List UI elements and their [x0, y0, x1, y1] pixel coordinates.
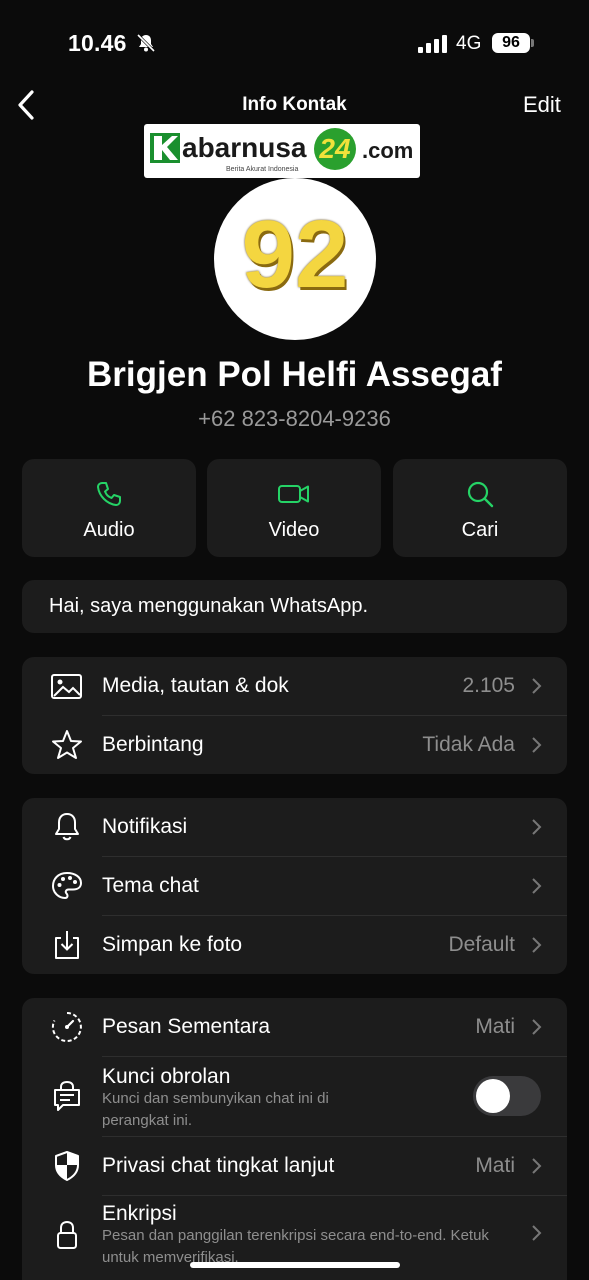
audio-call-button[interactable]: Audio — [22, 459, 196, 557]
save-to-photos-label: Simpan ke foto — [102, 933, 243, 956]
bell-icon — [55, 813, 79, 841]
avatar-text: 92 — [241, 201, 349, 308]
logo-tagline: Berita Akurat Indonesia — [226, 166, 299, 173]
signal-icon — [418, 35, 447, 53]
watermark-logo: abarnusa 24 .com Berita Akurat Indonesia — [144, 124, 420, 178]
notifications-label: Notifikasi — [102, 815, 188, 838]
disappearing-value: Mati — [475, 1015, 515, 1038]
timer-icon — [51, 1012, 82, 1042]
download-icon — [55, 931, 79, 959]
avatar[interactable]: 92 — [214, 178, 376, 340]
logo-number: 24 — [314, 128, 356, 170]
video-call-button[interactable]: Video — [207, 459, 381, 557]
media-section: Media, tautan & dok 2.105 Berbintang Tid… — [22, 657, 567, 774]
battery-icon: 96 — [492, 33, 530, 53]
video-icon — [278, 485, 309, 503]
video-label: Video — [268, 519, 320, 541]
save-to-photos-value: Default — [448, 933, 515, 956]
chevron-right-icon — [532, 737, 542, 753]
save-to-photos-row[interactable]: Simpan ke foto Default — [22, 916, 567, 974]
chat-lock-description: Kunci dan sembunyikan chat ini di perang… — [102, 1090, 329, 1129]
home-indicator — [190, 1262, 400, 1268]
logo-brand: abarnusa — [182, 132, 307, 163]
notifications-row[interactable]: Notifikasi — [22, 798, 567, 856]
encryption-label: Enkripsi — [102, 1202, 177, 1225]
toggle-knob — [476, 1079, 510, 1113]
about-text: Hai, saya menggunakan WhatsApp. — [49, 595, 369, 617]
page-title: Info Kontak — [242, 94, 347, 115]
battery-nub — [531, 39, 534, 47]
audio-label: Audio — [83, 519, 135, 541]
media-row[interactable]: Media, tautan & dok 2.105 — [22, 657, 567, 715]
image-icon — [51, 674, 82, 699]
disappearing-messages-row[interactable]: Pesan Sementara Mati — [22, 998, 567, 1056]
shield-icon — [55, 1151, 79, 1181]
logo-k-mark — [150, 133, 180, 163]
phone-icon — [97, 482, 121, 506]
chat-theme-row[interactable]: Tema chat — [22, 857, 567, 915]
search-label: Cari — [461, 519, 499, 541]
palette-icon — [51, 871, 83, 900]
network-type: 4G — [456, 33, 482, 54]
starred-label: Berbintang — [102, 733, 204, 756]
media-label: Media, tautan & dok — [102, 674, 289, 697]
search-button[interactable]: Cari — [393, 459, 567, 557]
chevron-right-icon — [532, 1158, 542, 1174]
chat-theme-label: Tema chat — [102, 874, 199, 897]
logo-domain: .com — [362, 138, 414, 163]
starred-value: Tidak Ada — [422, 733, 515, 756]
status-time: 10.46 — [68, 30, 127, 56]
chevron-right-icon — [532, 878, 542, 894]
chevron-right-icon — [532, 1019, 542, 1035]
advanced-privacy-value: Mati — [475, 1154, 515, 1177]
starred-row[interactable]: Berbintang Tidak Ada — [22, 716, 567, 774]
chat-lock-label: Kunci obrolan — [102, 1065, 231, 1088]
chevron-right-icon — [532, 937, 542, 953]
lock-icon — [57, 1220, 77, 1249]
about-status: Hai, saya menggunakan WhatsApp. — [22, 580, 567, 633]
chat-lock-toggle[interactable] — [473, 1076, 541, 1116]
search-icon — [467, 481, 494, 508]
contact-phone: +62 823-8204-9236 — [198, 406, 391, 431]
bell-muted-icon — [136, 33, 156, 53]
disappearing-label: Pesan Sementara — [102, 1015, 271, 1038]
edit-button[interactable]: Edit — [523, 92, 561, 118]
star-icon — [52, 730, 82, 759]
media-count: 2.105 — [462, 674, 515, 697]
contact-name: Brigjen Pol Helfi Assegaf — [87, 355, 502, 394]
advanced-privacy-label: Privasi chat tingkat lanjut — [102, 1154, 335, 1177]
privacy-section: Pesan Sementara Mati Kunci obrolan Kunci… — [22, 998, 567, 1280]
settings-section: Notifikasi Tema chat Simpan ke foto Defa… — [22, 798, 567, 974]
chat-lock-row: Kunci obrolan Kunci dan sembunyikan chat… — [22, 1057, 567, 1136]
lock-chat-icon — [54, 1080, 80, 1111]
chevron-right-icon — [532, 1225, 542, 1241]
chevron-right-icon — [532, 678, 542, 694]
advanced-privacy-row[interactable]: Privasi chat tingkat lanjut Mati — [22, 1137, 567, 1195]
chevron-right-icon — [532, 819, 542, 835]
